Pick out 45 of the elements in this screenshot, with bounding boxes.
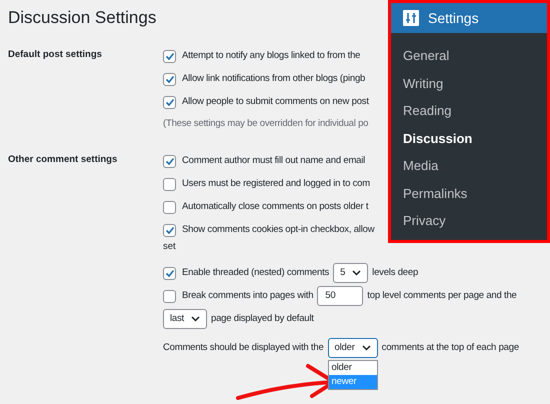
menu-item[interactable]: Privacy bbox=[391, 207, 547, 234]
option-label: set bbox=[163, 241, 176, 253]
checkbox[interactable] bbox=[163, 50, 176, 62]
option-label: levels deep bbox=[372, 266, 418, 280]
checkbox[interactable] bbox=[163, 154, 176, 168]
option-label: Allow people to submit comments on new post bbox=[182, 94, 369, 109]
menu-item[interactable]: Permalinks bbox=[391, 180, 547, 207]
page-title: Discussion Settings bbox=[8, 7, 156, 29]
select-field[interactable]: 5 bbox=[333, 263, 368, 283]
checkbox[interactable] bbox=[163, 266, 176, 280]
option-label: Allow link notifications from other blogs (pingb bbox=[182, 72, 366, 86]
menu-item[interactable]: Reading bbox=[391, 97, 547, 124]
menu-item[interactable]: Discussion bbox=[391, 124, 547, 152]
option-label: Break comments into pages with bbox=[182, 288, 314, 303]
option-label: Automatically close comments on posts older t bbox=[182, 200, 368, 214]
select-field[interactable]: older bbox=[328, 338, 378, 358]
menu-item[interactable]: Media bbox=[391, 152, 547, 180]
sliders-icon bbox=[403, 10, 419, 26]
option-label: page displayed by default bbox=[210, 312, 314, 326]
section-label: Other comment settings bbox=[8, 153, 118, 167]
option-label: top level comments per page and the bbox=[367, 288, 517, 303]
dropdown-option[interactable]: older bbox=[328, 361, 377, 375]
menu-item[interactable]: Writing bbox=[391, 70, 547, 97]
checkbox[interactable] bbox=[163, 178, 176, 190]
chevron-icon bbox=[190, 316, 200, 322]
section-label: Default post settings bbox=[8, 48, 103, 62]
checkbox[interactable] bbox=[163, 290, 176, 302]
option-label: Comments should be displayed with the bbox=[163, 340, 324, 355]
menu-header[interactable]: Settings bbox=[391, 3, 547, 33]
checkbox[interactable] bbox=[163, 224, 176, 236]
checkbox[interactable] bbox=[163, 96, 176, 108]
note-text: (These settings may be overridden for individual po bbox=[163, 117, 368, 132]
option-label: Enable threaded (nested) comments bbox=[182, 266, 330, 280]
number-input[interactable]: 50 bbox=[317, 286, 364, 306]
checkbox[interactable] bbox=[163, 200, 176, 214]
option-label: Users must be registered and logged in to com bbox=[182, 176, 370, 191]
select-field[interactable]: last bbox=[163, 309, 207, 329]
option-label: Show comments cookies opt-in checkbox, allow bbox=[182, 222, 374, 237]
checkbox[interactable] bbox=[163, 72, 176, 86]
option-label: Attempt to notify any blogs linked to from the bbox=[182, 48, 360, 63]
option-label: comments at the top of each page bbox=[382, 340, 519, 355]
option-label: Comment author must fill out name and email bbox=[182, 154, 366, 168]
menu-item[interactable]: General bbox=[391, 42, 547, 70]
chevron-icon bbox=[362, 345, 371, 351]
chevron-icon bbox=[352, 270, 362, 276]
